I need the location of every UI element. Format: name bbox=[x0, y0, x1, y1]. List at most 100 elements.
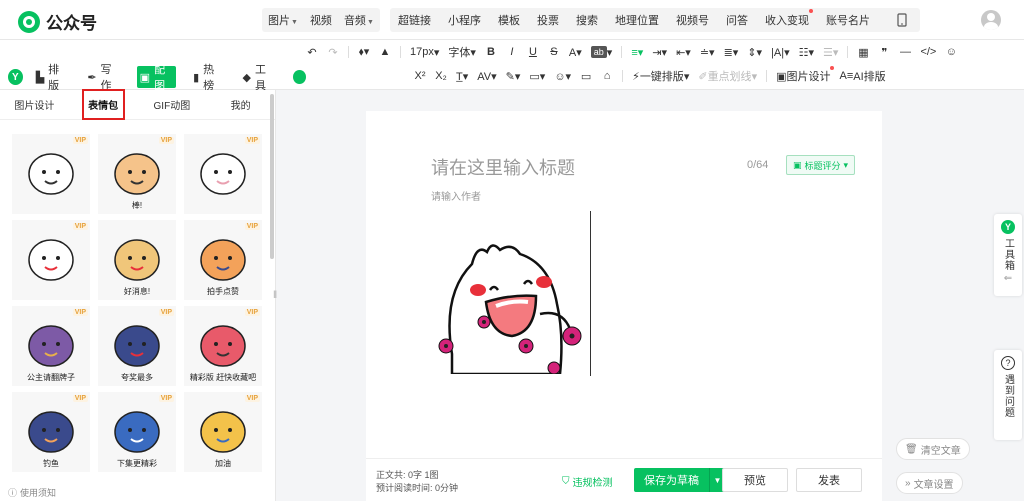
nav-location[interactable]: 地理位置 bbox=[615, 12, 659, 28]
publish-button[interactable]: 发表 bbox=[796, 468, 862, 492]
line-height-icon[interactable]: ≐▾ bbox=[700, 45, 715, 59]
sticker-item[interactable]: VIP bbox=[184, 134, 262, 214]
sticker-item[interactable]: VIP 钓鱼 bbox=[12, 392, 90, 472]
subtab-stickers[interactable]: 表情包 bbox=[69, 89, 138, 120]
help-panel-button[interactable]: ? 遇到问题 bbox=[994, 350, 1022, 440]
quote-icon[interactable]: ❞ bbox=[878, 45, 890, 59]
plugin-logo-icon[interactable]: Y bbox=[8, 69, 23, 85]
editor-bottom-bar: 正文共: 0字 1图 预计阅读时间: 0分钟 ⛉ 违规检测 保存为草稿 ▼ 预览 … bbox=[366, 458, 882, 501]
underline-icon[interactable]: U bbox=[527, 45, 539, 59]
sticker-caption: 加油 bbox=[215, 459, 231, 468]
sticker-item[interactable]: VIP bbox=[12, 220, 90, 300]
inserted-sticker-image[interactable] bbox=[432, 234, 592, 377]
italic-icon[interactable]: I bbox=[506, 45, 518, 59]
clear-article-button[interactable]: 🗑︎ 清空文章 bbox=[896, 438, 970, 460]
sidebar-scrollbar[interactable] bbox=[270, 94, 274, 259]
subtab-gif[interactable]: GIF动图 bbox=[138, 97, 207, 112]
font-family-select[interactable]: 字体 ▾ bbox=[448, 45, 476, 60]
tab-writing[interactable]: ✒ 写作 bbox=[84, 64, 122, 92]
clear-format-icon[interactable]: ▲ bbox=[379, 45, 391, 59]
image-design-button[interactable]: ▣ 图片设计 bbox=[776, 66, 834, 83]
title-input[interactable]: 请在这里输入标题 bbox=[431, 154, 575, 180]
sticker-item[interactable]: VIP bbox=[12, 134, 90, 214]
sticker-item[interactable]: VIP 精彩版 赶快收藏吧 bbox=[184, 306, 262, 386]
redo-icon[interactable]: ↷ bbox=[327, 45, 339, 59]
sticker-item[interactable]: 好消息! bbox=[98, 220, 176, 300]
sticker-item[interactable]: VIP 下集更精彩 bbox=[98, 392, 176, 472]
sticker-item[interactable]: VIP 拍手点赞 bbox=[184, 220, 262, 300]
undo-icon[interactable]: ↶ bbox=[306, 45, 318, 59]
nav-miniprogram[interactable]: 小程序 bbox=[448, 12, 481, 28]
tab-tools[interactable]: ◆ 工具 bbox=[240, 64, 278, 92]
vip-badge: VIP bbox=[72, 223, 88, 230]
toolbox-panel-button[interactable]: Y 工具箱 ⇐ bbox=[994, 214, 1022, 296]
plugin-toggle[interactable] bbox=[293, 70, 306, 84]
sticker-item[interactable]: VIP 加油 bbox=[184, 392, 262, 472]
subtab-mine[interactable]: 我的 bbox=[206, 97, 275, 112]
tab-trending[interactable]: ▮ 热榜 bbox=[190, 64, 225, 92]
author-input[interactable]: 请输入作者 bbox=[431, 188, 481, 203]
sticker-item[interactable]: VIP 棒! bbox=[98, 134, 176, 214]
save-draft-button[interactable]: 保存为草稿 ▼ bbox=[634, 468, 725, 492]
tab-layout[interactable]: ▙ 排版 bbox=[33, 64, 71, 92]
ai-layout-button[interactable]: A≡ AI排版 bbox=[840, 69, 886, 83]
font-color-icon[interactable]: A▾ bbox=[569, 45, 582, 59]
title-char-count: 0/64 bbox=[747, 159, 769, 171]
nav-channels[interactable]: 视频号 bbox=[676, 12, 709, 28]
indent-icon[interactable]: ⇥▾ bbox=[652, 45, 667, 59]
template-icon[interactable]: ⌂ bbox=[601, 69, 613, 83]
spacing-after-icon[interactable]: ⇕▾ bbox=[747, 45, 762, 59]
nav-vote[interactable]: 投票 bbox=[537, 12, 559, 28]
nav-monetize[interactable]: 收入变现 bbox=[765, 9, 813, 28]
collapse-handle-icon[interactable]: ‖ bbox=[273, 290, 277, 301]
char-spacing-icon[interactable]: AV▾ bbox=[477, 69, 496, 83]
outdent-icon[interactable]: ⇤▾ bbox=[676, 45, 691, 59]
title-score-button[interactable]: ▣ 标题评分 ▾ bbox=[786, 155, 856, 175]
user-avatar[interactable] bbox=[981, 10, 1001, 30]
nav-video[interactable]: 视频 bbox=[310, 12, 332, 28]
numbered-list-icon[interactable]: ☰▾ bbox=[823, 45, 838, 59]
sticker-icon[interactable]: ☺▾ bbox=[554, 69, 571, 83]
font-size-select[interactable]: 17px ▾ bbox=[410, 45, 439, 59]
nav-qa[interactable]: 问答 bbox=[726, 12, 748, 28]
mobile-preview-button[interactable] bbox=[884, 8, 920, 32]
nav-audio[interactable]: 音频▼ bbox=[344, 12, 374, 28]
format-painter-icon[interactable]: ⬧▾ bbox=[358, 45, 370, 59]
image-insert-icon[interactable]: ▭▾ bbox=[529, 69, 545, 83]
sticker-caption: 拍手点赞 bbox=[207, 287, 239, 296]
code-icon[interactable]: </> bbox=[920, 45, 936, 59]
vip-badge: VIP bbox=[244, 137, 260, 144]
usage-notice-link[interactable]: ⓘ 使用须知 bbox=[8, 486, 56, 499]
nav-hyperlink[interactable]: 超链接 bbox=[398, 12, 431, 28]
emoji-icon[interactable]: ☺ bbox=[945, 45, 957, 59]
sticker-item[interactable]: VIP 公主请翻牌子 bbox=[12, 306, 90, 386]
tab-images[interactable]: ▣ 配图 bbox=[136, 64, 177, 92]
read-time: 0分钟 bbox=[435, 483, 459, 493]
subscript-icon[interactable]: X₂ bbox=[435, 69, 447, 83]
html-icon[interactable]: ▭ bbox=[580, 69, 592, 83]
compliance-check-button[interactable]: ⛉ 违规检测 bbox=[562, 474, 613, 489]
text-align-icon[interactable]: T̲▾ bbox=[456, 69, 468, 83]
magic-wand-icon[interactable]: ✎▾ bbox=[506, 69, 521, 83]
letter-spacing-icon[interactable]: |A|▾ bbox=[771, 45, 790, 59]
nav-account-card[interactable]: 账号名片 bbox=[826, 12, 870, 28]
sticker-item[interactable]: VIP 夸奖最多 bbox=[98, 306, 176, 386]
nav-search[interactable]: 搜索 bbox=[576, 12, 598, 28]
paragraph-spacing-icon[interactable]: ≣▾ bbox=[724, 45, 739, 59]
quick-layout-button[interactable]: ⚡ 一键排版 ▾ bbox=[632, 69, 689, 84]
align-left-icon[interactable]: ≡▾ bbox=[631, 45, 643, 59]
nav-template[interactable]: 模板 bbox=[498, 12, 520, 28]
table-icon[interactable]: ▦ bbox=[857, 45, 869, 59]
preview-button[interactable]: 预览 bbox=[722, 468, 788, 492]
underline-highlight-button[interactable]: ✐ 重点划线 ▾ bbox=[698, 69, 757, 84]
bold-icon[interactable]: B bbox=[485, 45, 497, 59]
superscript-icon[interactable]: X² bbox=[414, 69, 426, 83]
subtab-image-design[interactable]: 图片设计 bbox=[0, 97, 69, 112]
article-settings-button[interactable]: » 文章设置 bbox=[896, 472, 963, 494]
brand-logo[interactable]: 公众号 bbox=[18, 9, 97, 34]
nav-image[interactable]: 图片▼ bbox=[268, 12, 298, 28]
highlight-icon[interactable]: ab ▾ bbox=[590, 45, 612, 59]
bullet-list-icon[interactable]: ☷▾ bbox=[799, 45, 814, 59]
divider-icon[interactable]: — bbox=[899, 45, 911, 59]
strikethrough-icon[interactable]: S bbox=[548, 45, 560, 59]
